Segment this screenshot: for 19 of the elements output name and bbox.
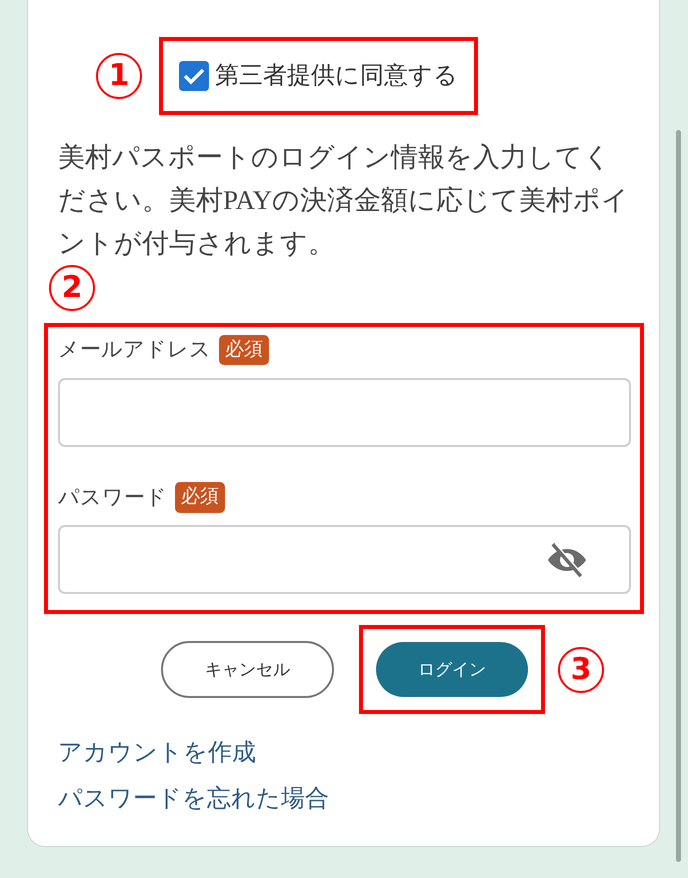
instructions-text: 美村パスポートのログイン情報を入力してください。美村PAYの決済金額に応じて美村ポイントが付与されます。 [58,141,630,260]
text-link[interactable]: アカウントを作成 [58,736,256,770]
login-button[interactable]: ログイン [376,642,528,697]
text-link[interactable]: パスワードを忘れた場合 [58,782,329,816]
step-marker: 1 [96,53,142,99]
email-field[interactable] [58,378,631,446]
scrollbar[interactable] [676,130,681,862]
cancel-button[interactable]: キャンセル [161,641,334,698]
field-label: メールアドレス [58,336,211,363]
step-marker: 2 [49,265,95,311]
consent-checkbox[interactable] [179,61,209,91]
field-label: パスワード [58,484,167,510]
required-badge: 必須 [175,482,225,512]
password-field[interactable] [58,525,631,594]
check-icon [183,67,205,85]
eye-off-icon[interactable] [547,542,587,578]
required-badge: 必須 [219,334,269,365]
consent-label: 第三者提供に同意する [215,62,458,91]
step-marker: 3 [558,646,604,692]
